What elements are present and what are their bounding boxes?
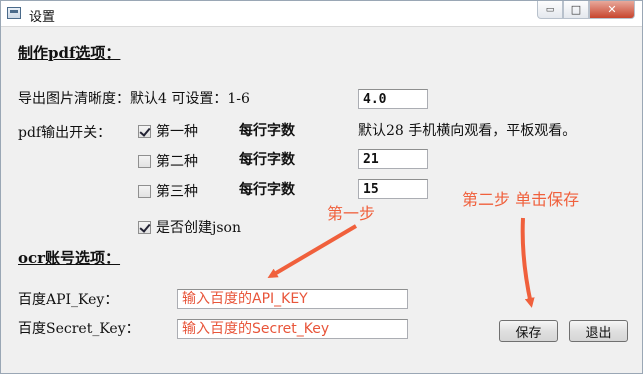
save-button[interactable]: 保存 <box>499 320 558 342</box>
close-button[interactable]: ✕ <box>589 1 635 19</box>
minimize-icon: ▭ <box>545 4 555 15</box>
option2-label: 第二种 <box>156 154 198 170</box>
json-checkbox-row[interactable]: 是否创建json <box>138 217 241 237</box>
title-bar: 设置 ▭ □ ✕ <box>1 1 642 27</box>
option3-checkbox-row[interactable]: 第三种 <box>138 181 198 201</box>
step1-annotation: 第一步 <box>327 204 376 223</box>
minimize-button[interactable]: ▭ <box>537 1 563 19</box>
option1-label: 第一种 <box>156 124 198 140</box>
api-key-input[interactable]: 输入百度的API_KEY <box>177 289 408 309</box>
option2-chars-label: 每行字数 <box>239 152 295 168</box>
api-key-label: 百度API_Key： <box>18 292 119 308</box>
secret-key-label: 百度Secret_Key： <box>18 321 140 337</box>
option3-label: 第三种 <box>156 184 198 200</box>
json-checkbox-label: 是否创建json <box>156 220 241 236</box>
option2-chars-input[interactable]: 21 <box>358 149 428 169</box>
clarity-input[interactable]: 4.0 <box>358 89 428 109</box>
window-title: 设置 <box>29 10 56 25</box>
step2-arrow <box>520 217 535 308</box>
maximize-icon: □ <box>570 3 582 16</box>
json-checkbox[interactable] <box>138 220 151 234</box>
clarity-label: 导出图片清晰度：默认4 可设置：1-6 <box>18 91 250 107</box>
pdf-switch-label: pdf输出开关： <box>18 125 112 141</box>
option2-checkbox[interactable] <box>138 154 151 168</box>
option1-chars-label: 每行字数 <box>239 123 295 139</box>
option2-checkbox-row[interactable]: 第二种 <box>138 151 198 171</box>
secret-key-input[interactable]: 输入百度的Secret_Key <box>177 319 408 339</box>
option3-checkbox[interactable] <box>138 184 151 198</box>
settings-window: 设置 ▭ □ ✕ 制作pdf选项： 导出图片清晰度：默认4 可设置：1-6 4.… <box>0 0 643 374</box>
settings-content: 制作pdf选项： 导出图片清晰度：默认4 可设置：1-6 4.0 pdf输出开关… <box>1 28 642 373</box>
maximize-button[interactable]: □ <box>563 1 589 19</box>
pdf-section-title: 制作pdf选项： <box>18 44 121 62</box>
step2-annotation: 第二步 单击保存 <box>462 190 580 209</box>
option1-checkbox-row[interactable]: 第一种 <box>138 121 198 141</box>
option1-checkbox[interactable] <box>138 124 151 138</box>
step1-arrow <box>267 224 358 279</box>
app-window-icon <box>7 7 21 19</box>
close-icon: ✕ <box>607 3 617 16</box>
ocr-section-title: ocr账号选项： <box>18 249 121 267</box>
option3-chars-input[interactable]: 15 <box>358 179 428 199</box>
option3-chars-label: 每行字数 <box>239 182 295 198</box>
option1-note: 默认28 手机横向观看，平板观看。 <box>358 123 577 139</box>
exit-button[interactable]: 退出 <box>569 320 628 342</box>
